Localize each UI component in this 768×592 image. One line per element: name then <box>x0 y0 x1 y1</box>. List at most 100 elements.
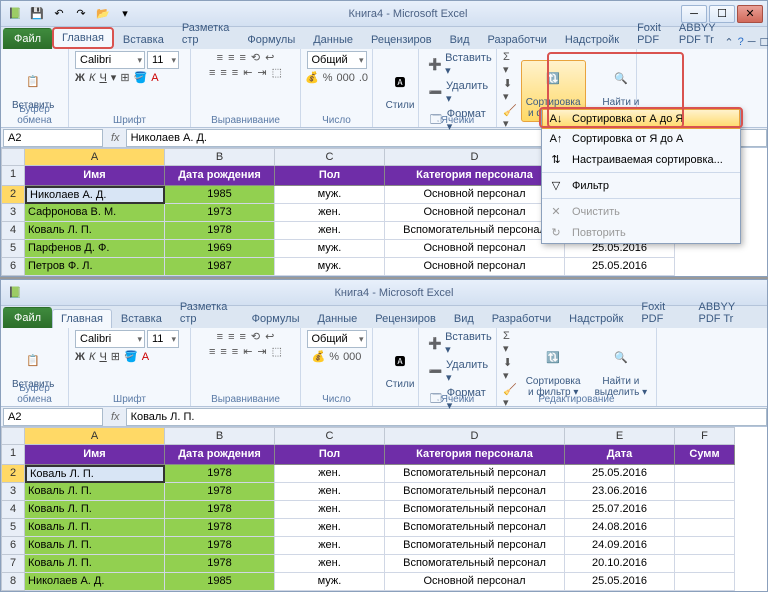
cell-dob[interactable]: 1978 <box>165 465 275 483</box>
tab-developer[interactable]: Разработчи <box>483 309 560 328</box>
col-header-f[interactable]: F <box>675 427 735 445</box>
cell-dob[interactable]: 1978 <box>165 501 275 519</box>
tab-file[interactable]: Файл <box>3 28 52 49</box>
clear-icon[interactable]: 🧹 ▾ <box>503 104 517 130</box>
font-size-combo[interactable]: 11 <box>147 330 179 348</box>
cell-cat[interactable]: Вспомогательный персонал <box>385 555 565 573</box>
tab-review[interactable]: Рецензиров <box>362 30 441 49</box>
tab-abbyy[interactable]: ABBYY PDF Tr <box>670 18 725 49</box>
number-format-combo[interactable]: Общий <box>307 51 367 69</box>
align-mid-icon[interactable]: ≡ <box>228 52 234 64</box>
select-all-corner[interactable] <box>1 427 25 445</box>
name-box[interactable]: A2 <box>3 408 103 426</box>
fill-icon[interactable]: ⬇ ▾ <box>503 77 517 103</box>
menu-sort-az[interactable]: A↓Сортировка от А до Я <box>542 109 740 129</box>
header-sex[interactable]: Пол <box>275 166 385 186</box>
tab-home[interactable]: Главная <box>52 27 114 49</box>
cell-sex[interactable]: жен. <box>275 483 385 501</box>
cell-name[interactable]: Коваль Л. П. <box>25 222 165 240</box>
cell-cat[interactable]: Основной персонал <box>385 573 565 591</box>
tab-layout[interactable]: Разметка стр <box>171 297 243 328</box>
cell-sex[interactable]: жен. <box>275 204 385 222</box>
cell-name[interactable]: Сафронова В. М. <box>25 204 165 222</box>
cell-sum[interactable] <box>675 501 735 519</box>
cell-sum[interactable] <box>675 573 735 591</box>
col-header-b[interactable]: B <box>165 148 275 166</box>
align-right-icon[interactable]: ≡ <box>232 67 238 79</box>
menu-custom-sort[interactable]: ⇅Настраиваемая сортировка... <box>542 149 740 170</box>
orient-icon[interactable]: ⟲ <box>251 51 260 64</box>
cell-dob[interactable]: 1978 <box>165 537 275 555</box>
tab-addins[interactable]: Надстройк <box>556 30 628 49</box>
cell-date[interactable]: 24.08.2016 <box>565 519 675 537</box>
align-left-icon[interactable]: ≡ <box>209 67 215 79</box>
header-cat[interactable]: Категория персонала <box>385 166 565 186</box>
comma-icon[interactable]: 000 <box>336 72 354 84</box>
cell-dob[interactable]: 1987 <box>165 258 275 276</box>
row-header[interactable]: 6 <box>1 537 25 555</box>
tab-formulas[interactable]: Формулы <box>243 309 309 328</box>
fx-label[interactable]: fx <box>105 411 126 423</box>
col-header-d[interactable]: D <box>385 148 565 166</box>
cell-date[interactable]: 20.10.2016 <box>565 555 675 573</box>
cell-sex[interactable]: жен. <box>275 501 385 519</box>
header-name[interactable]: Имя <box>25 166 165 186</box>
tab-abbyy[interactable]: ABBYY PDF Tr <box>689 297 767 328</box>
cell-name[interactable]: Коваль Л. П. <box>25 483 165 501</box>
cell-name[interactable]: Коваль Л. П. <box>25 501 165 519</box>
qat-more-icon[interactable]: ▾ <box>115 4 135 24</box>
cell-cat[interactable]: Вспомогательный персонал <box>385 519 565 537</box>
help-icon[interactable]: ? <box>738 36 744 49</box>
row-header[interactable]: 6 <box>1 258 25 276</box>
tab-developer[interactable]: Разработчи <box>479 30 556 49</box>
cell-name[interactable]: Николаев А. Д. <box>25 573 165 591</box>
autosum-icon[interactable]: Σ ▾ <box>503 51 517 76</box>
tab-layout[interactable]: Разметка стр <box>173 18 239 49</box>
align-bot-icon[interactable]: ≡ <box>239 52 245 64</box>
col-header-b[interactable]: B <box>165 427 275 445</box>
align-top-icon[interactable]: ≡ <box>217 52 223 64</box>
col-header-d[interactable]: D <box>385 427 565 445</box>
doc-restore-icon[interactable]: ☐ <box>760 36 768 49</box>
border-icon[interactable]: ⊞ <box>120 71 129 84</box>
font-color-icon[interactable]: A <box>151 72 158 84</box>
cell-date[interactable]: 25.05.2016 <box>565 465 675 483</box>
cell-sex[interactable]: муж. <box>275 573 385 591</box>
row-header[interactable]: 3 <box>1 204 25 222</box>
wrap-icon[interactable]: ↩ <box>265 51 274 64</box>
percent-icon[interactable]: % <box>323 72 333 84</box>
cell-dob[interactable]: 1978 <box>165 483 275 501</box>
font-size-combo[interactable]: 11 <box>147 51 179 69</box>
cell-date[interactable]: 25.05.2016 <box>565 573 675 591</box>
tab-addins[interactable]: Надстройк <box>560 309 632 328</box>
cell-sex[interactable]: жен. <box>275 555 385 573</box>
cell-name[interactable]: Коваль Л. П. <box>25 465 165 483</box>
cell-name[interactable]: Коваль Л. П. <box>25 555 165 573</box>
font-name-combo[interactable]: Calibri <box>75 330 145 348</box>
cell-dob[interactable]: 1978 <box>165 519 275 537</box>
cell-cat[interactable]: Основной персонал <box>385 186 565 204</box>
indent-dec-icon[interactable]: ⇤ <box>243 66 252 79</box>
delete-cells-button[interactable]: ➖Удалить ▾ <box>425 79 497 106</box>
cell-cat[interactable]: Вспомогательный персонал <box>385 465 565 483</box>
menu-sort-za[interactable]: A↑Сортировка от Я до А <box>542 129 740 149</box>
tab-view[interactable]: Вид <box>441 30 479 49</box>
cell-cat[interactable]: Основной персонал <box>385 240 565 258</box>
undo-icon[interactable]: ↶ <box>49 4 69 24</box>
indent-inc-icon[interactable]: ⇥ <box>257 66 266 79</box>
close-button[interactable]: ✕ <box>737 5 763 23</box>
col-header-a[interactable]: A <box>25 427 165 445</box>
find-select-button[interactable]: 🔍Найти и выделить ▾ <box>590 339 653 401</box>
col-header-c[interactable]: C <box>275 427 385 445</box>
tab-home[interactable]: Главная <box>52 309 112 328</box>
inc-dec-icon[interactable]: .0 <box>359 72 368 84</box>
currency-icon[interactable]: 💰 <box>305 71 319 84</box>
tab-view[interactable]: Вид <box>445 309 483 328</box>
tab-review[interactable]: Рецензиров <box>366 309 445 328</box>
font-name-combo[interactable]: Calibri <box>75 51 145 69</box>
tab-file[interactable]: Файл <box>3 307 52 328</box>
number-format-combo[interactable]: Общий <box>307 330 367 348</box>
cell-date[interactable]: 24.09.2016 <box>565 537 675 555</box>
cell-date[interactable]: 25.07.2016 <box>565 501 675 519</box>
cell-dob[interactable]: 1985 <box>165 186 275 204</box>
